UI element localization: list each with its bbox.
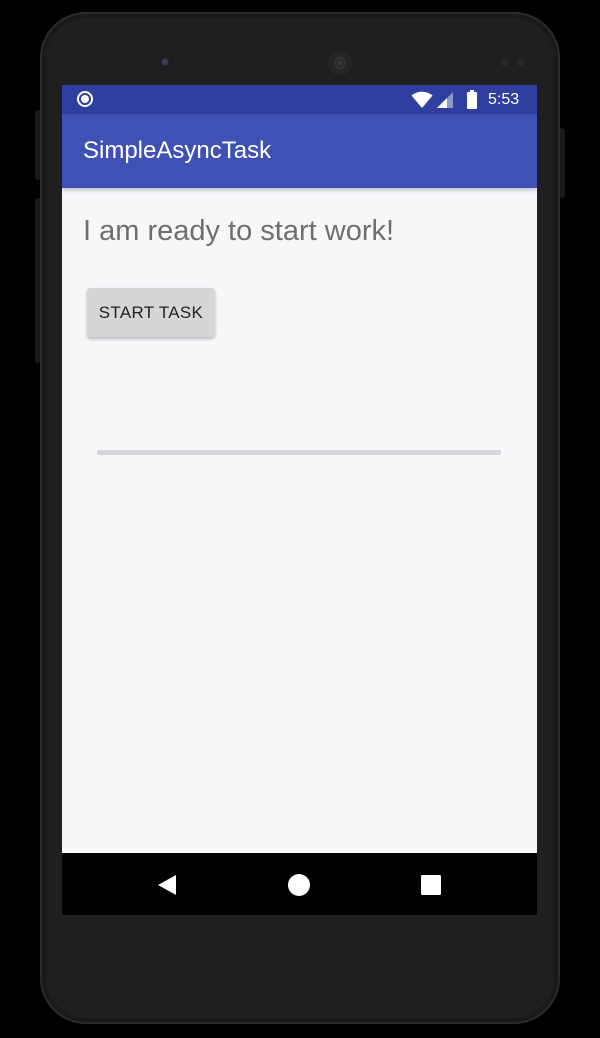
progress-bar (97, 450, 501, 455)
status-time: 5:53 (488, 91, 520, 108)
app-title: SimpleAsyncTask (83, 137, 272, 164)
wifi-icon (411, 91, 433, 108)
back-icon[interactable] (153, 871, 181, 899)
main-content: I am ready to start work! START TASK (62, 188, 537, 853)
sync-circle-icon (77, 91, 93, 107)
front-camera-icon (159, 56, 171, 68)
battery-icon (467, 90, 477, 109)
light-sensor-icon (517, 59, 524, 66)
proximity-sensor-icon (501, 59, 508, 66)
earpiece-speaker-icon (328, 51, 352, 75)
recents-icon[interactable] (417, 871, 445, 899)
cell-signal-icon (437, 92, 453, 108)
device-screen: 5:53 SimpleAsyncTask I am ready to start… (62, 85, 537, 915)
app-bar: SimpleAsyncTask (62, 114, 537, 188)
start-task-button[interactable]: START TASK (87, 288, 215, 337)
device-frame-background: 5:53 SimpleAsyncTask I am ready to start… (0, 0, 600, 1038)
home-icon[interactable] (285, 871, 313, 899)
status-bar: 5:53 (62, 85, 537, 114)
navigation-bar (62, 853, 537, 915)
status-message: I am ready to start work! (83, 215, 395, 247)
